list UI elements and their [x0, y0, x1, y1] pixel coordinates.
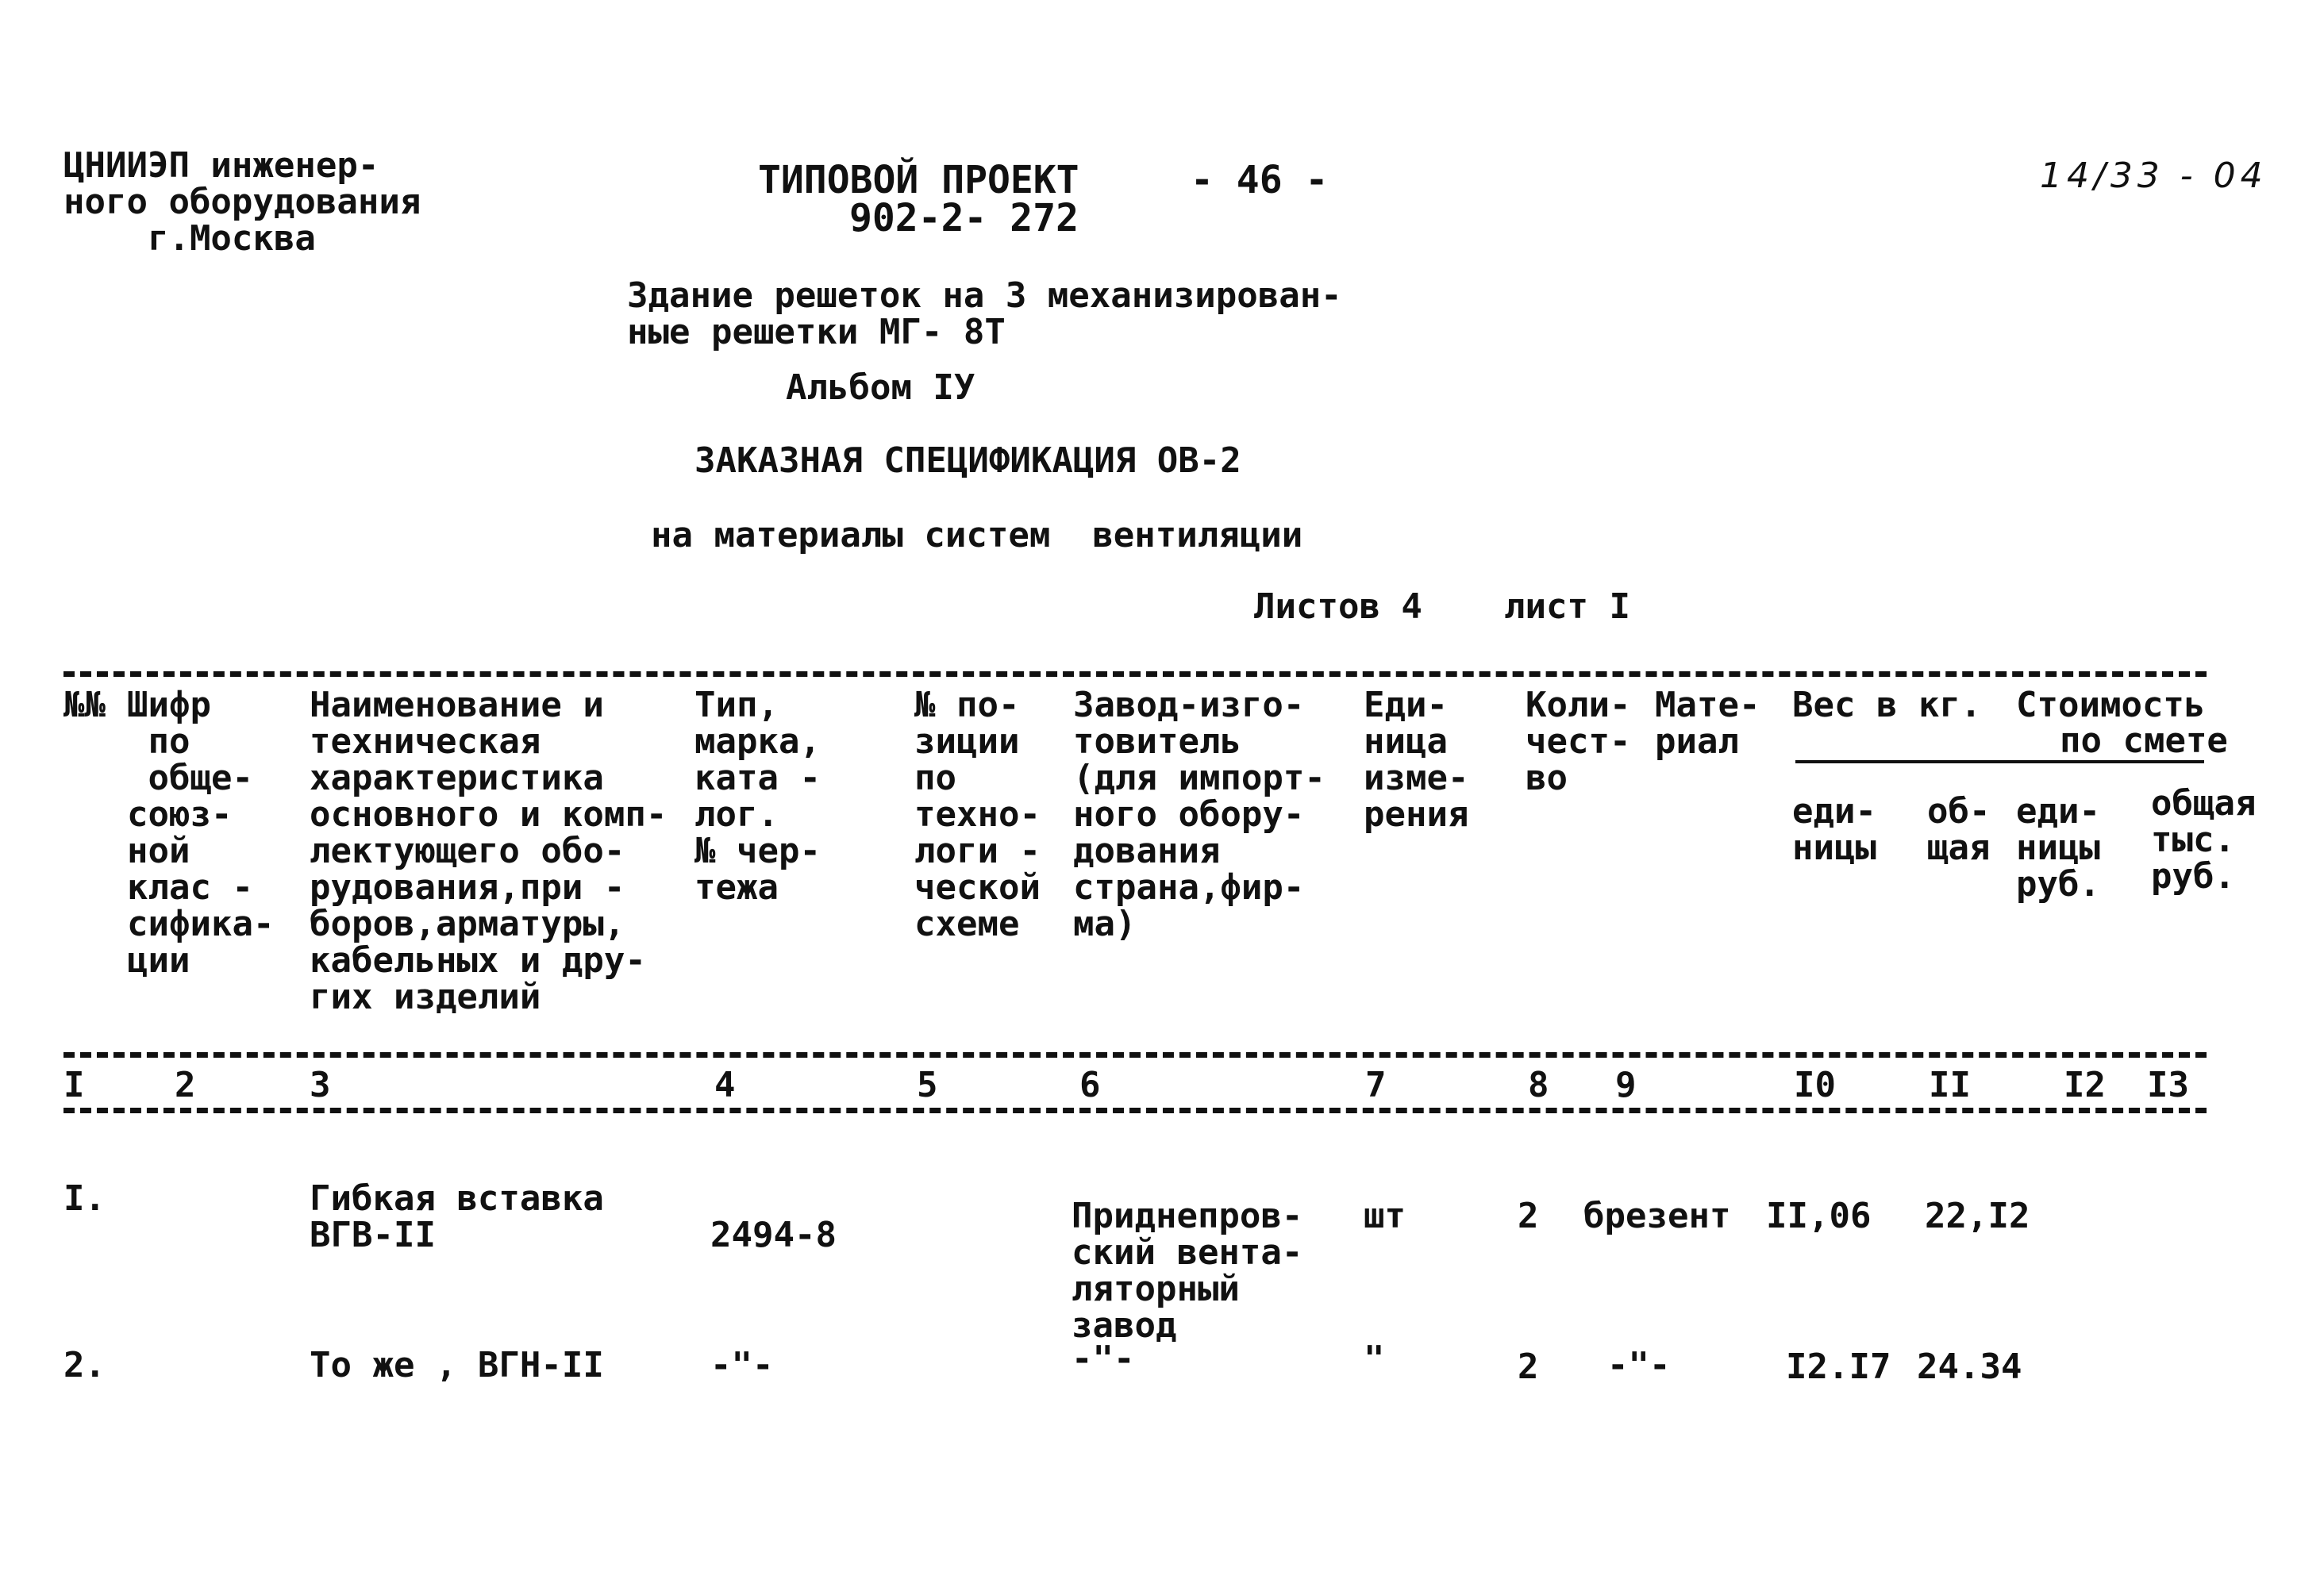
row-material: брезент — [1583, 1196, 1731, 1236]
project-number: 902-2- 272 — [849, 196, 1079, 240]
organization-line-2: ного оборудования — [63, 182, 421, 222]
column-number-9: 9 — [1615, 1065, 1637, 1105]
row-material: -"- — [1607, 1345, 1671, 1385]
sheets-count: Листов 4 — [1254, 586, 1422, 627]
header-col-3: Наименование и техническая характеристик… — [310, 685, 668, 1017]
row-name: Гибкая вставка ВГВ-II — [310, 1178, 604, 1255]
row-manufacturer: -"- — [1072, 1339, 1135, 1379]
row-name: То же , ВГН-II — [310, 1345, 604, 1385]
organization-line-1: ЦНИИЭП инженер- — [63, 145, 379, 186]
row-type: 2494-8 — [710, 1215, 837, 1255]
row-unit: шт — [1364, 1196, 1406, 1236]
row-unit: " — [1364, 1339, 1385, 1379]
header-col-4: Тип, марка, ката - лог. № чер- тежа — [695, 685, 821, 908]
row-quantity: 2 — [1518, 1347, 1539, 1387]
row-type: -"- — [710, 1345, 774, 1385]
column-number-10: I0 — [1794, 1065, 1836, 1105]
album-label: Альбом IУ — [786, 367, 975, 408]
header-col-5: № по- зиции по техно- логи - ческой схем… — [914, 685, 1041, 944]
column-number-11: II — [1929, 1065, 1971, 1105]
project-label: ТИПОВОЙ ПРОЕКТ — [758, 158, 1079, 202]
organization-line-3: г.Москва — [63, 218, 316, 259]
column-number-12: I2 — [2064, 1065, 2106, 1105]
header-cost-group-sub: по смете — [2060, 720, 2228, 761]
column-number-4: 4 — [714, 1065, 736, 1105]
column-numbers-top-rule — [63, 1052, 2207, 1058]
handwritten-code: 14/33 - 04 — [2040, 156, 2268, 196]
header-group-underline — [1795, 760, 2204, 763]
sheet-number: лист I — [1504, 586, 1630, 627]
column-number-6: 6 — [1079, 1065, 1101, 1105]
header-col-12: еди- ницы руб. — [2016, 791, 2100, 905]
row-weight-unit: I2.I7 — [1786, 1347, 1891, 1387]
header-col-11: об- щая — [1927, 791, 1991, 868]
header-col-9: Мате- риал — [1655, 685, 1760, 762]
row-weight-total: 22,I2 — [1925, 1196, 2030, 1236]
header-weight-group: Вес в кг. — [1792, 685, 1982, 725]
header-col-7: Еди- ница изме- рения — [1364, 685, 1469, 835]
header-col-6: Завод-изго- товитель (для импорт- ного о… — [1073, 685, 1326, 944]
table-top-rule — [63, 671, 2207, 677]
row-manufacturer: Приднепров- ский вента- ляторный завод — [1072, 1196, 1303, 1346]
column-number-8: 8 — [1528, 1065, 1549, 1105]
page-number: - 46 - — [1191, 158, 1329, 202]
row-weight-unit: II,06 — [1766, 1196, 1872, 1236]
column-number-2: 2 — [175, 1065, 196, 1105]
header-col-10: еди- ницы — [1792, 791, 1876, 868]
header-col-13: общая тыс. руб. — [2151, 783, 2257, 897]
building-title-line-1: Здание решеток на 3 механизирован- — [627, 275, 1342, 316]
column-number-7: 7 — [1365, 1065, 1387, 1105]
building-title-line-2: ные решетки МГ- 8Т — [627, 312, 1006, 352]
column-number-1: I — [63, 1065, 85, 1105]
row-number: I. — [63, 1178, 106, 1219]
header-col-8: Коли- чест- во — [1526, 685, 1631, 798]
header-col-1: №№ — [63, 685, 106, 725]
row-number: 2. — [63, 1345, 106, 1385]
row-weight-total: 24.34 — [1917, 1347, 2022, 1387]
specification-subtitle: на материалы систем вентиляции — [651, 515, 1303, 555]
column-number-5: 5 — [917, 1065, 938, 1105]
column-number-3: 3 — [310, 1065, 331, 1105]
header-col-2: Шифр по обще- союз- ной клас - сифика- ц… — [127, 685, 275, 981]
column-number-13: I3 — [2147, 1065, 2189, 1105]
column-numbers-bottom-rule — [63, 1108, 2207, 1113]
specification-title: ЗАКАЗНАЯ СПЕЦИФИКАЦИЯ ОВ-2 — [695, 440, 1241, 481]
header-cost-group: Стоимость — [2016, 685, 2206, 725]
row-quantity: 2 — [1518, 1196, 1539, 1236]
